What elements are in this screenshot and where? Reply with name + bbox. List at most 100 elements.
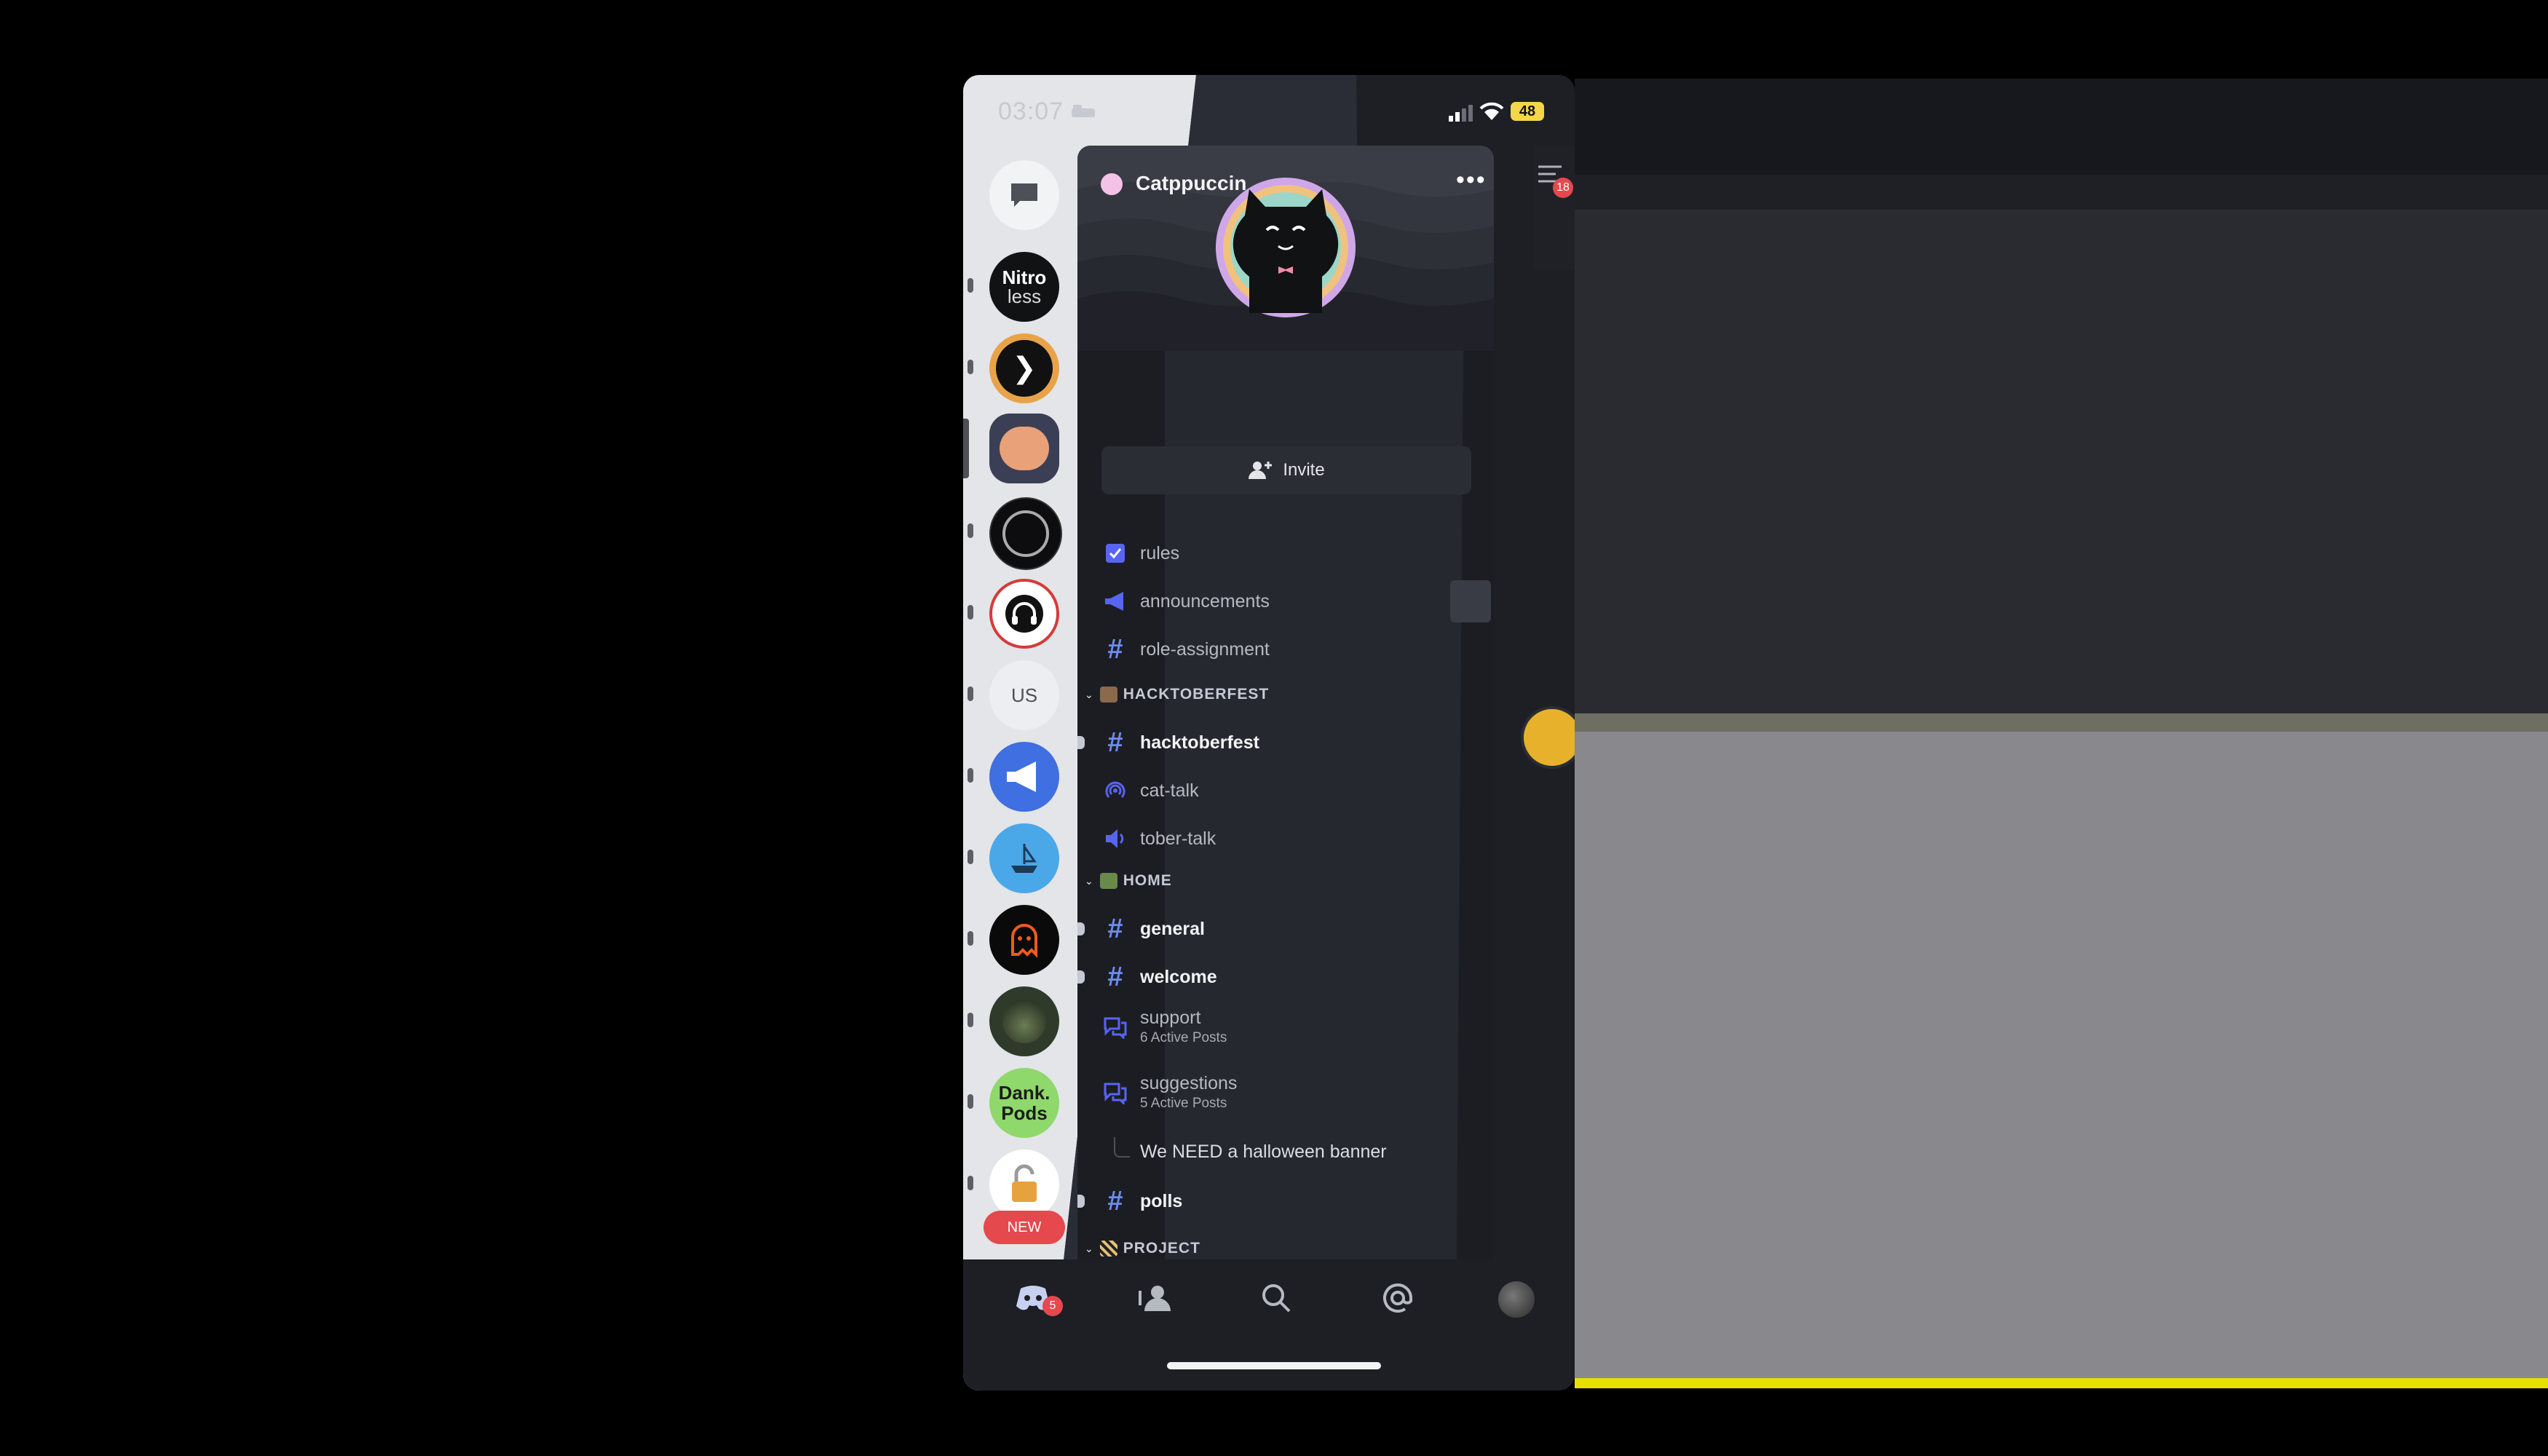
hash-thread-icon: # — [1107, 961, 1123, 992]
server-dank-pods[interactable]: Dank. Pods — [989, 1068, 1059, 1138]
thread-halloween-banner[interactable]: We NEED a halloween banner — [1131, 1137, 1387, 1166]
channel-suggestions[interactable]: suggestions 5 Active Posts — [1099, 1073, 1237, 1112]
channel-label: rules — [1140, 542, 1180, 563]
ghost-icon — [1011, 924, 1037, 958]
server-nitroless[interactable]: Nitro less — [989, 252, 1059, 322]
channel-welcome[interactable]: # welcome — [1099, 961, 1217, 992]
unread-indicator — [1077, 736, 1085, 749]
profile-avatar[interactable] — [1495, 1278, 1538, 1321]
active-posts-count: 6 Active Posts — [1140, 1030, 1227, 1045]
server-megaphone[interactable] — [989, 742, 1059, 812]
unread-indicator — [1077, 922, 1085, 935]
hash-thread-icon: # — [1107, 1185, 1123, 1216]
forest-image-icon — [1002, 1000, 1046, 1043]
unread-pill — [968, 850, 973, 864]
server-forest[interactable] — [989, 986, 1059, 1056]
server-ship[interactable] — [989, 823, 1059, 893]
ship-icon — [1011, 844, 1037, 873]
emblem-icon — [1002, 510, 1049, 557]
channel-label: tober-talk — [1140, 828, 1216, 849]
search-icon[interactable] — [1254, 1276, 1298, 1320]
server-lock[interactable] — [989, 1150, 1059, 1219]
hash-icon: # — [1107, 633, 1123, 665]
channel-label: general — [1140, 918, 1205, 939]
avatar — [1498, 1281, 1535, 1318]
channel-tober-talk[interactable]: tober-talk — [1099, 824, 1216, 853]
more-options-icon[interactable]: ••• — [1456, 167, 1487, 192]
home-badge: 5 — [1042, 1296, 1063, 1316]
server-plex[interactable]: ❯ — [989, 333, 1059, 403]
unread-pill — [968, 360, 973, 374]
user-avatar-orange[interactable] — [1521, 706, 1575, 769]
headphones-icon — [1005, 595, 1043, 633]
unread-pill — [968, 1176, 973, 1190]
channel-general[interactable]: # general — [1099, 913, 1205, 944]
unread-indicator — [1077, 970, 1085, 984]
invite-button[interactable]: Invite — [1101, 446, 1471, 494]
unread-pill — [968, 605, 973, 620]
chevron-down-icon: ⌄ — [1085, 874, 1094, 887]
unread-pill — [968, 687, 973, 701]
channel-rules[interactable]: rules — [1099, 539, 1179, 568]
server-dark[interactable] — [989, 497, 1062, 570]
server-headphones[interactable] — [989, 579, 1059, 649]
server-catppuccin[interactable] — [989, 414, 1059, 483]
hash-icon: # — [1107, 913, 1123, 944]
battery-indicator: 48 — [1511, 102, 1544, 121]
channel-panel: Catppuccin ••• Invite rules announcement… — [1077, 146, 1494, 1332]
cat-face-icon — [1000, 427, 1049, 470]
server-ghost[interactable] — [989, 905, 1059, 975]
channel-cat-talk[interactable]: cat-talk — [1099, 776, 1199, 805]
unread-pill — [968, 523, 973, 538]
server-us[interactable]: US — [989, 660, 1059, 730]
scroll-highlight — [1450, 580, 1491, 622]
server-icon-small — [1101, 173, 1123, 195]
nitroless-line1: Nitro — [1002, 266, 1047, 288]
channel-label: welcome — [1140, 966, 1217, 987]
friends-icon[interactable] — [1133, 1276, 1176, 1320]
unread-pill — [968, 1013, 973, 1027]
category-project[interactable]: ⌄ PROJECT — [1085, 1240, 1200, 1257]
unread-pill — [968, 278, 973, 293]
channel-label: polls — [1140, 1190, 1183, 1211]
construction-emoji-icon — [1099, 1241, 1117, 1257]
new-badge: NEW — [984, 1211, 1065, 1244]
chevron-logo-icon: ❯ — [996, 340, 1053, 397]
home-indicator — [1167, 1362, 1381, 1369]
forum-icon — [1104, 1083, 1127, 1104]
channel-label: announcements — [1140, 590, 1270, 612]
channel-label: support — [1140, 1008, 1201, 1028]
server-name[interactable]: Catppuccin — [1136, 172, 1246, 195]
channel-role-assignment[interactable]: # role-assignment — [1099, 633, 1269, 665]
unread-pill — [968, 1094, 973, 1109]
category-home[interactable]: ⌄ HOME — [1085, 872, 1172, 890]
channel-announcements[interactable]: announcements — [1099, 587, 1270, 616]
chevron-down-icon: ⌄ — [1085, 1242, 1094, 1254]
category-label: HOME — [1123, 872, 1172, 889]
phone-screen: 03:07 48 Nitro less ❯ US Dank. Pods NEW … — [963, 75, 1575, 1390]
category-label: PROJECT — [1123, 1240, 1200, 1257]
stage-icon — [1105, 781, 1125, 798]
channel-support[interactable]: support 6 Active Posts — [1099, 1008, 1227, 1046]
thread-label: We NEED a halloween banner — [1140, 1141, 1387, 1162]
invite-label: Invite — [1283, 460, 1325, 480]
forum-icon — [1104, 1017, 1127, 1039]
sleep-focus-icon — [1070, 103, 1096, 124]
chevron-down-icon: ⌄ — [1085, 688, 1094, 700]
mentions-icon[interactable] — [1376, 1276, 1420, 1320]
thread-connector — [1114, 1137, 1130, 1158]
channel-polls[interactable]: # polls — [1099, 1185, 1183, 1216]
nitroless-line2: less — [1007, 285, 1042, 307]
chat-preview-area — [1575, 210, 2548, 713]
direct-messages-button[interactable] — [989, 160, 1059, 230]
megaphone-icon — [1007, 761, 1036, 792]
signal-icon — [1447, 104, 1473, 125]
chat-topbar — [1575, 175, 2548, 210]
speaker-icon — [1106, 829, 1124, 848]
status-time: 03:07 — [998, 98, 1064, 125]
category-hacktoberfest[interactable]: ⌄ HACKTOBERFEST — [1085, 686, 1269, 703]
channel-hacktoberfest[interactable]: # hacktoberfest — [1099, 727, 1259, 758]
rules-check-icon — [1106, 544, 1125, 563]
notification-badge: 18 — [1553, 178, 1573, 198]
channel-label: suggestions — [1140, 1073, 1238, 1093]
